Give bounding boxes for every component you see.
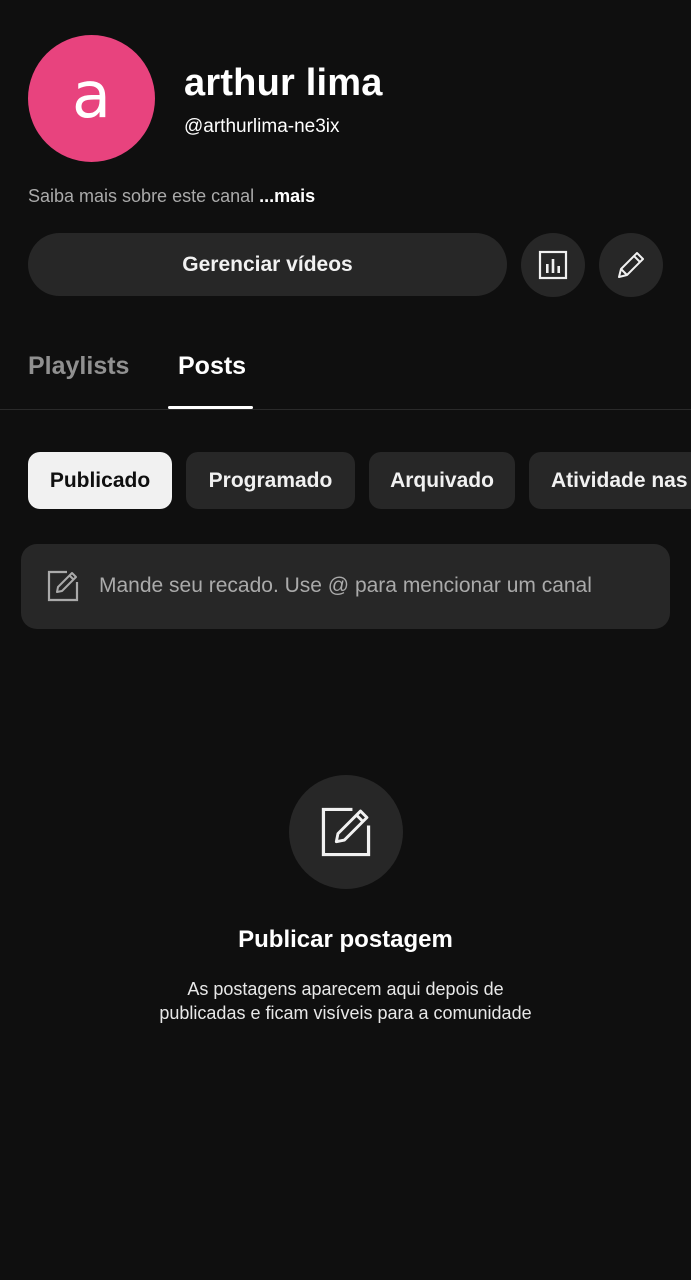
bar-chart-icon — [538, 250, 568, 280]
channel-name: arthur lima — [184, 62, 383, 104]
tabs-divider — [0, 409, 691, 410]
chip-publicado[interactable]: Publicado — [28, 452, 172, 509]
tab-posts[interactable]: Posts — [178, 352, 246, 381]
edit-channel-button[interactable] — [599, 233, 663, 297]
about-text: Saiba mais sobre este canal — [28, 186, 255, 206]
chip-programado[interactable]: Programado — [186, 452, 355, 509]
chip-arquivado[interactable]: Arquivado — [369, 452, 515, 509]
about-more[interactable]: ...mais — [259, 186, 315, 206]
edit-square-icon — [47, 570, 79, 602]
tab-playlists[interactable]: Playlists — [28, 352, 129, 381]
empty-state-icon-circle — [289, 775, 403, 889]
analytics-button[interactable] — [521, 233, 585, 297]
chip-atividade[interactable]: Atividade nas — [529, 452, 691, 509]
compose-post-input[interactable]: Mande seu recado. Use @ para mencionar u… — [21, 544, 670, 629]
pencil-icon — [618, 252, 644, 278]
edit-square-icon — [321, 807, 371, 857]
empty-state-description-line2: publicadas e ficam visíveis para a comun… — [159, 1003, 532, 1023]
empty-state-title: Publicar postagem — [238, 926, 453, 953]
manage-videos-button[interactable]: Gerenciar vídeos — [28, 233, 507, 296]
avatar-letter: a — [71, 58, 112, 133]
compose-placeholder: Mande seu recado. Use @ para mencionar u… — [99, 574, 592, 597]
empty-state-description: As postagens aparecem aqui depois de pub… — [0, 977, 691, 1025]
channel-page: a arthur lima @arthurlima-ne3ix Saiba ma… — [0, 0, 691, 1280]
empty-state-description-line1: As postagens aparecem aqui depois de — [187, 979, 504, 999]
about-channel-link[interactable]: Saiba mais sobre este canal ...mais — [28, 186, 315, 207]
channel-handle: @arthurlima-ne3ix — [184, 116, 340, 137]
avatar[interactable]: a — [28, 35, 155, 162]
